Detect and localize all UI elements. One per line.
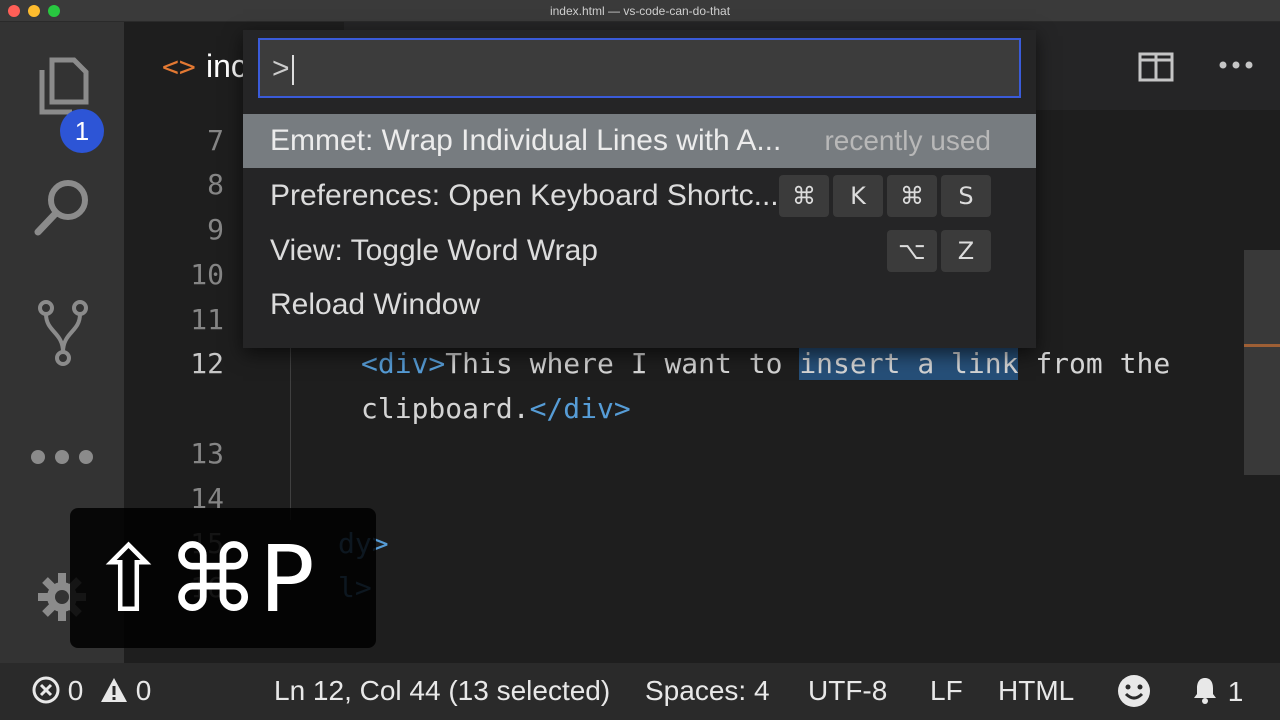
shortcut-overlay-keys: ⇧⌘P xyxy=(90,526,315,633)
text-caret xyxy=(291,55,294,86)
palette-item[interactable]: Preferences: Open Keyboard Shortc... ⌘ K… xyxy=(243,169,1036,223)
more-views-icon[interactable] xyxy=(28,422,98,492)
html-brackets-icon: <> xyxy=(162,50,196,83)
warnings-status[interactable]: 0 xyxy=(100,675,151,707)
palette-item-label: Preferences: Open Keyboard Shortc... xyxy=(270,179,779,212)
shortcut-overlay: ⇧⌘P xyxy=(70,508,376,648)
error-icon xyxy=(32,676,60,704)
notifications-status[interactable]: 1 xyxy=(1190,675,1243,708)
keybinding: ⌘ K ⌘ S xyxy=(779,175,991,217)
code-tag: </div> xyxy=(529,392,631,425)
keybinding-key: ⌥ xyxy=(887,230,937,272)
warning-count: 0 xyxy=(135,675,152,706)
palette-item[interactable]: Reload Window xyxy=(243,278,1036,332)
bell-icon xyxy=(1194,678,1216,704)
command-palette: > Emmet: Wrap Individual Lines with A...… xyxy=(243,30,1036,348)
encoding[interactable]: UTF-8 xyxy=(808,675,887,707)
line-number: 8 xyxy=(207,168,224,201)
split-editor-icon[interactable] xyxy=(1138,52,1174,87)
code-selection: insert a link xyxy=(799,347,1019,380)
line-number: 11 xyxy=(190,303,224,336)
command-input-value: > xyxy=(272,52,290,85)
palette-item-label: Emmet: Wrap Individual Lines with A... xyxy=(270,124,782,157)
search-icon[interactable] xyxy=(28,172,98,242)
end-of-line[interactable]: LF xyxy=(930,675,963,707)
warning-icon xyxy=(101,678,127,702)
palette-item[interactable]: Emmet: Wrap Individual Lines with A... r… xyxy=(243,114,1036,168)
code-line-12-wrap[interactable]: clipboard.</div> xyxy=(361,392,631,425)
error-count: 0 xyxy=(67,675,84,706)
title-bar: index.html — vs-code-can-do-that xyxy=(0,0,1280,22)
indentation[interactable]: Spaces: 4 xyxy=(645,675,770,707)
recently-used-hint: recently used xyxy=(824,125,991,156)
source-control-icon[interactable] xyxy=(28,298,98,368)
notification-count: 1 xyxy=(1227,676,1244,707)
palette-item[interactable]: View: Toggle Word Wrap ⌥ Z xyxy=(243,224,1036,278)
keybinding-key: ⌘ xyxy=(887,175,937,217)
line-number: 9 xyxy=(207,213,224,246)
command-palette-input[interactable]: > xyxy=(258,38,1021,98)
palette-item-label: View: Toggle Word Wrap xyxy=(270,234,598,267)
line-number: 10 xyxy=(190,258,224,291)
line-number: 7 xyxy=(207,124,224,157)
errors-status[interactable]: 0 xyxy=(32,675,83,707)
keybinding-key: Z xyxy=(941,230,991,272)
code-text: This where I want to xyxy=(445,347,800,380)
keybinding-key: ⌘ xyxy=(779,175,829,217)
line-number: 13 xyxy=(190,437,224,470)
palette-item-label: Reload Window xyxy=(270,288,481,321)
window-title: index.html — vs-code-can-do-that xyxy=(549,4,731,18)
explorer-badge: 1 xyxy=(60,109,104,153)
tab-label: inc xyxy=(206,48,247,84)
code-text: clipboard. xyxy=(361,392,530,425)
vertical-scrollbar[interactable] xyxy=(1244,250,1280,475)
keybinding-key: K xyxy=(833,175,883,217)
code-text: from the xyxy=(1018,347,1171,380)
line-number-active: 12 xyxy=(190,347,224,380)
language-mode[interactable]: HTML xyxy=(998,675,1074,707)
keybinding: ⌥ Z xyxy=(887,230,991,272)
status-bar: 0 0 Ln 12, Col 44 (13 selected) Spaces: … xyxy=(0,663,1280,720)
keybinding-key: S xyxy=(941,175,991,217)
code-tag: <div> xyxy=(361,347,446,380)
scrollbar-cursor-marker xyxy=(1244,344,1280,347)
cursor-position[interactable]: Ln 12, Col 44 (13 selected) xyxy=(274,675,610,707)
feedback-smiley-icon[interactable] xyxy=(1116,673,1152,716)
code-line-12[interactable]: <div>This where I want to insert a link … xyxy=(361,347,1170,380)
more-actions-icon[interactable] xyxy=(1218,57,1254,78)
